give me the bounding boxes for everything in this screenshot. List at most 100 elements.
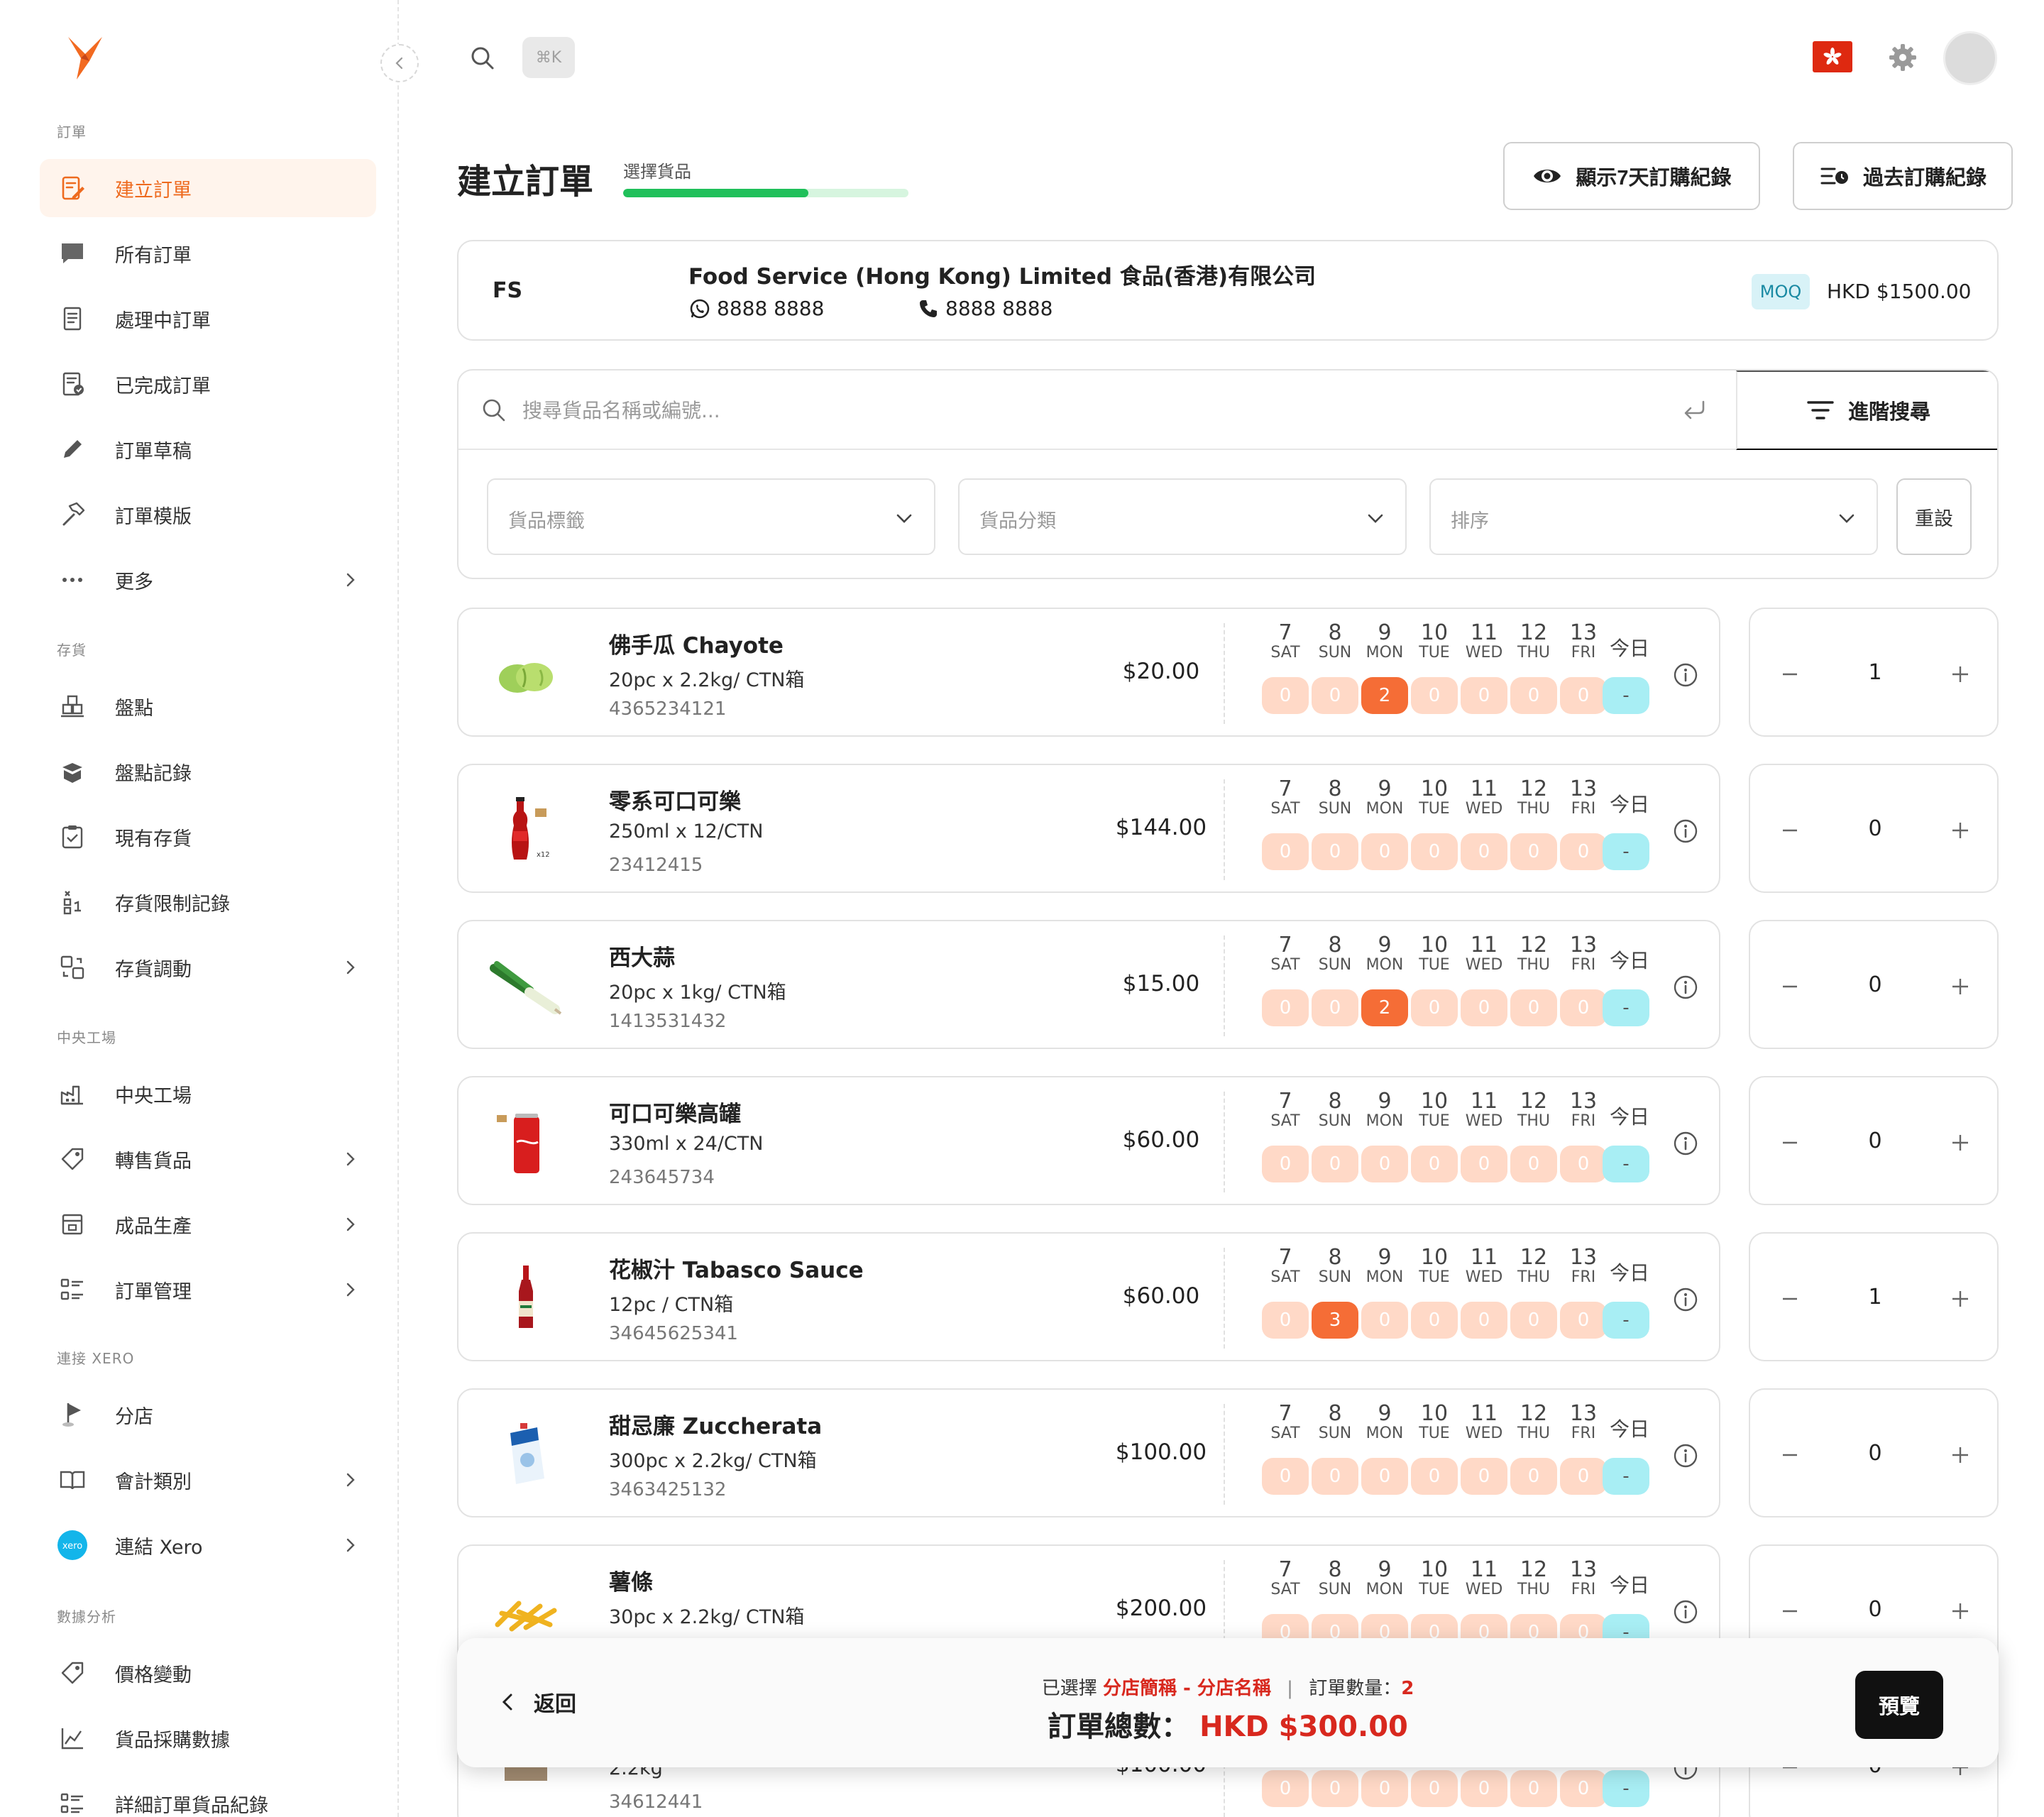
product-card[interactable]: 甜忌廉 Zuccherata 300pc x 2.2kg/ CTN箱 3463425… bbox=[457, 1388, 1720, 1517]
sidebar-section-title: 中央工場 bbox=[57, 1029, 116, 1046]
day-name: TUE bbox=[1419, 644, 1450, 662]
chevron-left-icon bbox=[395, 57, 403, 70]
command-k-shortcut[interactable]: ⌘K bbox=[522, 37, 575, 78]
decrease-quantity-button[interactable] bbox=[1770, 1279, 1810, 1319]
sidebar-item-hammer[interactable]: 訂單模版 bbox=[40, 485, 376, 544]
day-number: 13 bbox=[1569, 776, 1598, 801]
day-header: 13FRI bbox=[1560, 778, 1607, 818]
sidebar-item-detail-list[interactable]: 詳細訂單貨品紀錄 bbox=[40, 1774, 376, 1817]
product-card[interactable]: 佛手瓜 Chayote 20pc x 2.2kg/ CTN箱 4365234121 $… bbox=[457, 608, 1720, 737]
decrease-quantity-button[interactable] bbox=[1770, 1123, 1810, 1163]
quantity-value[interactable]: 0 bbox=[1847, 1441, 1903, 1466]
info-icon[interactable] bbox=[1672, 1286, 1699, 1313]
supplier-phone[interactable]: 8888 8888 bbox=[917, 297, 1053, 320]
sidebar-item-limit-record[interactable]: 存貨限制記錄 bbox=[40, 873, 376, 931]
increase-quantity-button[interactable] bbox=[1940, 1591, 1980, 1631]
day-number: 13 bbox=[1569, 1089, 1598, 1114]
sidebar-item-clipboard-check[interactable]: 現有存貨 bbox=[40, 808, 376, 866]
increase-quantity-button[interactable] bbox=[1940, 1279, 1980, 1319]
sidebar-item-list-manage[interactable]: 訂單管理 bbox=[40, 1261, 376, 1319]
day-header: 11WED bbox=[1461, 778, 1507, 818]
product-card[interactable]: 西大蒜 20pc x 1kg/ CTN箱 1413531432 $15.00 7 SAT 0… bbox=[457, 920, 1720, 1049]
info-icon[interactable] bbox=[1672, 1598, 1699, 1625]
decrease-quantity-button[interactable] bbox=[1770, 654, 1810, 694]
supplier-whatsapp[interactable]: 8888 8888 bbox=[688, 297, 824, 320]
info-icon[interactable] bbox=[1672, 974, 1699, 1001]
day-header: 13FRI bbox=[1560, 1246, 1607, 1286]
day-header: 9MON bbox=[1361, 622, 1408, 662]
decrease-quantity-button[interactable] bbox=[1770, 1435, 1810, 1475]
sidebar-item-factory[interactable]: 中央工場 bbox=[40, 1065, 376, 1123]
price-tag-icon bbox=[57, 1657, 88, 1689]
day-header: 8SUN bbox=[1312, 778, 1358, 818]
sidebar-item-more-dots[interactable]: 更多 bbox=[40, 551, 376, 609]
info-icon[interactable] bbox=[1672, 818, 1699, 845]
limit-record-icon bbox=[57, 886, 88, 918]
past-order-history-button[interactable]: 過去訂購紀錄 bbox=[1793, 142, 2013, 210]
reset-filters-button[interactable]: 重設 bbox=[1896, 478, 1972, 555]
sidebar-item-line-chart[interactable]: 貨品採購數據 bbox=[40, 1709, 376, 1767]
day-name: SUN bbox=[1318, 1581, 1352, 1598]
product-card[interactable]: 花椒汁 Tabasco Sauce 12pc / CTN箱 34645625341 $… bbox=[457, 1232, 1720, 1361]
day-number: 13 bbox=[1569, 1557, 1598, 1582]
show-7-day-history-button[interactable]: 顯示7天訂購紀錄 bbox=[1503, 142, 1760, 210]
info-icon[interactable] bbox=[1672, 1130, 1699, 1157]
quantity-value[interactable]: 1 bbox=[1847, 660, 1903, 685]
book-icon bbox=[57, 1464, 88, 1495]
sidebar-item-receipt-check[interactable]: 已完成訂單 bbox=[40, 355, 376, 413]
increase-quantity-button[interactable] bbox=[1940, 654, 1980, 694]
sidebar-item-chat-box[interactable]: 所有訂單 bbox=[40, 224, 376, 282]
increase-quantity-button[interactable] bbox=[1940, 811, 1980, 850]
sidebar-item-pencil[interactable]: 訂單草稿 bbox=[40, 420, 376, 478]
sidebar-item-production[interactable]: 成品生產 bbox=[40, 1195, 376, 1253]
sidebar-item-label: 處理中訂單 bbox=[115, 309, 211, 332]
decrease-quantity-button[interactable] bbox=[1770, 811, 1810, 850]
increase-quantity-button[interactable] bbox=[1940, 1123, 1980, 1163]
preview-button[interactable]: 預覽 bbox=[1855, 1671, 1943, 1739]
sidebar-item-transfer[interactable]: 存貨調動 bbox=[40, 938, 376, 997]
search-icon[interactable] bbox=[468, 44, 497, 72]
sort-select[interactable]: 排序 bbox=[1429, 478, 1878, 555]
quantity-value[interactable]: 0 bbox=[1847, 972, 1903, 997]
chevron-right-icon bbox=[346, 1473, 355, 1487]
sidebar-item-label: 詳細訂單貨品紀錄 bbox=[115, 1794, 268, 1817]
increase-quantity-button[interactable] bbox=[1940, 1435, 1980, 1475]
gear-icon[interactable] bbox=[1886, 41, 1919, 74]
decrease-quantity-button[interactable] bbox=[1770, 967, 1810, 1006]
increase-quantity-button[interactable] bbox=[1940, 967, 1980, 1006]
order-history-cell: 0 bbox=[1262, 1770, 1309, 1807]
sidebar-item-order-edit[interactable]: 建立訂單 bbox=[40, 159, 376, 217]
line-chart-icon bbox=[57, 1723, 88, 1754]
decrease-quantity-button[interactable] bbox=[1770, 1591, 1810, 1631]
brand-logo[interactable] bbox=[65, 33, 111, 84]
sidebar-item-stocktake[interactable]: 盤點 bbox=[40, 677, 376, 735]
today-label: 今日 bbox=[1610, 1105, 1650, 1129]
category-filter-select[interactable]: 貨品分類 bbox=[958, 478, 1407, 555]
sidebar-item-xero-logo[interactable]: xero 連結 Xero bbox=[40, 1516, 376, 1574]
quantity-value[interactable]: 0 bbox=[1847, 1129, 1903, 1153]
plus-icon bbox=[1952, 1135, 1968, 1151]
sidebar-item-price-tag[interactable]: 價格變動 bbox=[40, 1644, 376, 1702]
quantity-value[interactable]: 0 bbox=[1847, 816, 1903, 841]
product-search-input[interactable] bbox=[522, 385, 1402, 436]
sidebar-item-book[interactable]: 會計類別 bbox=[40, 1451, 376, 1509]
sidebar-item-tag[interactable]: 轉售貨品 bbox=[40, 1130, 376, 1188]
day-number: 12 bbox=[1520, 1089, 1548, 1114]
enter-key-icon[interactable] bbox=[1681, 396, 1709, 424]
avatar[interactable] bbox=[1943, 31, 1997, 85]
product-card[interactable]: 可口可樂高罐 330ml x 24/CTN 243645734 $60.00 7 SAT 0… bbox=[457, 1076, 1720, 1205]
sidebar-item-box-open[interactable]: 盤點記錄 bbox=[40, 742, 376, 801]
tag-filter-select[interactable]: 貨品標籤 bbox=[487, 478, 935, 555]
quantity-value[interactable]: 1 bbox=[1847, 1285, 1903, 1310]
quantity-value[interactable]: 0 bbox=[1847, 1597, 1903, 1622]
info-icon[interactable] bbox=[1672, 662, 1699, 688]
product-card[interactable]: x12 零系可口可樂 250ml x 12/CTN 23412415 $144.00 7 S… bbox=[457, 764, 1720, 893]
sidebar-item-flag-pin[interactable]: 分店 bbox=[40, 1385, 376, 1444]
advanced-search-button[interactable]: 進階搜尋 bbox=[1736, 370, 1997, 450]
info-icon[interactable] bbox=[1672, 1442, 1699, 1469]
quantity-stepper: 0 bbox=[1749, 764, 1999, 893]
hong-kong-flag-icon[interactable] bbox=[1813, 41, 1852, 72]
sidebar-item-receipt[interactable]: 處理中訂單 bbox=[40, 290, 376, 348]
day-number: 11 bbox=[1470, 1557, 1498, 1582]
collapse-sidebar-button[interactable] bbox=[380, 44, 419, 82]
